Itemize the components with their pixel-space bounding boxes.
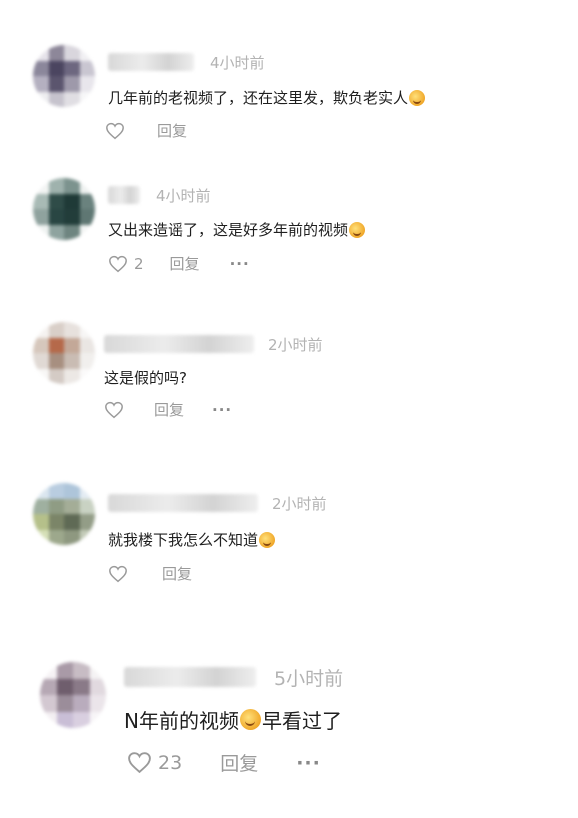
reply-button[interactable]: 回复: [170, 253, 200, 274]
like-count: 23: [158, 751, 183, 774]
more-options-button[interactable]: ···: [230, 255, 250, 273]
avatar[interactable]: [33, 322, 95, 384]
reply-button[interactable]: 回复: [154, 399, 184, 420]
grinning-cat-emoji-icon: [349, 221, 366, 238]
comment-text: N年前的视频 早看过了: [124, 709, 342, 733]
comment-time: 4小时前: [156, 187, 211, 205]
grinning-cat-emoji-icon: [409, 89, 426, 106]
reply-button[interactable]: 回复: [220, 749, 258, 776]
comment-text: 又出来造谣了，这是好多年前的视频: [108, 219, 366, 240]
username[interactable]: [108, 53, 194, 71]
heart-icon[interactable]: [105, 122, 125, 140]
heart-icon[interactable]: [127, 751, 152, 774]
avatar[interactable]: [33, 178, 95, 240]
laughing-emoji-icon: [259, 531, 276, 548]
heart-icon[interactable]: [108, 565, 128, 583]
username[interactable]: [108, 494, 258, 512]
like-count: 2: [134, 254, 144, 273]
comment-text: 就我楼下我怎么不知道: [108, 529, 276, 550]
comment-time: 2小时前: [268, 336, 323, 354]
avatar[interactable]: [33, 483, 95, 545]
reply-button[interactable]: 回复: [157, 120, 187, 141]
avatar[interactable]: [40, 662, 106, 728]
heart-icon[interactable]: [108, 255, 128, 273]
comment-actions: 回复: [105, 120, 187, 141]
avatar[interactable]: [33, 45, 95, 107]
comment-text: 这是假的吗?: [104, 369, 187, 387]
more-options-button[interactable]: ···: [212, 401, 232, 419]
comment-actions: 回复 ···: [104, 399, 232, 420]
heart-icon[interactable]: [104, 401, 124, 419]
comment-time: 4小时前: [210, 54, 265, 72]
more-options-button[interactable]: ···: [296, 752, 321, 774]
username[interactable]: [124, 667, 256, 687]
comment-actions: 2 回复 ···: [108, 253, 250, 274]
comment-actions: 回复: [108, 563, 192, 584]
comment-time: 2小时前: [272, 495, 327, 513]
laughing-emoji-icon: [239, 709, 261, 730]
username[interactable]: [108, 186, 140, 204]
comment-time: 5小时前: [274, 668, 344, 690]
comment-actions: 23 回复 ···: [127, 749, 321, 776]
username[interactable]: [104, 335, 254, 353]
reply-button[interactable]: 回复: [162, 563, 192, 584]
comment-text: 几年前的老视频了，还在这里发，欺负老实人: [108, 87, 426, 108]
